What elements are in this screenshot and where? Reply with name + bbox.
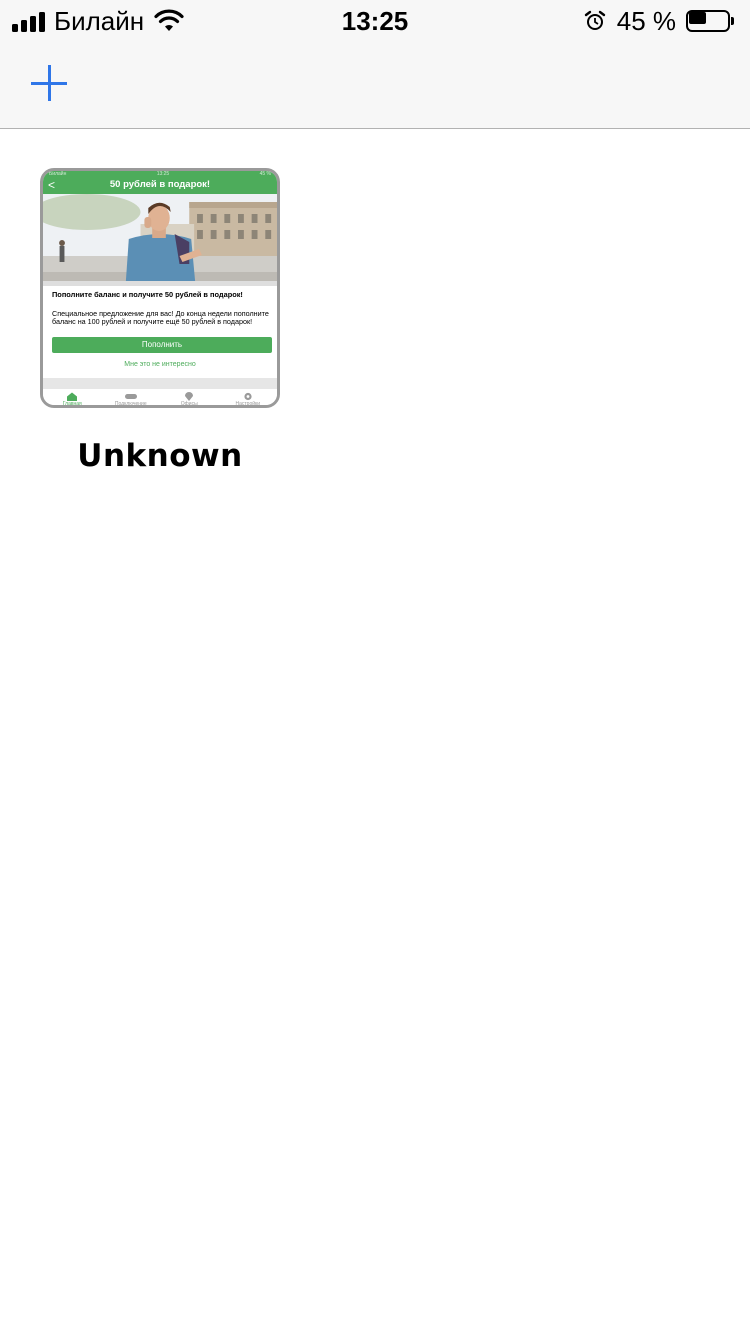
status-right: 45 % [584,8,734,34]
battery-percentage: 45 % [616,6,676,36]
thumb-tab-offices: Офисы [160,389,219,407]
thumb-carrier: Билайн [49,171,67,177]
thumb-tab-bar: Главная Подключение Офисы Настройки [43,389,278,407]
alarm-icon [584,10,605,30]
thumb-promo-photo [43,194,277,281]
screenshot-thumbnail[interactable]: Билайн 13:25 45 % < 50 рублей в подарок! [40,168,280,408]
thumb-not-interested-link: Мне это не интересно [124,361,196,368]
thumb-tab-label: Подключение [114,401,147,407]
location-icon [185,392,194,401]
status-bar: Билайн 13:25 45 % [0,0,750,40]
thumb-header: Билайн 13:25 45 % < 50 рублей в подарок! [43,171,277,194]
battery-icon [686,9,734,33]
navigation-bar [0,40,750,129]
thumb-heading: Пополните баланс и получите 50 рублей в … [52,290,243,299]
thumb-tab-label: Настройки [235,401,261,407]
thumb-topup-button: Пополнить [52,337,272,353]
thumb-divider [43,378,277,389]
thumb-status-bar: Билайн 13:25 45 % [43,171,277,177]
thumb-tab-settings: Настройки [219,389,278,407]
add-button[interactable] [28,62,70,104]
home-icon [67,392,78,401]
thumb-title: 50 рублей в подарок! [109,179,211,190]
screenshot-tile[interactable]: Билайн 13:25 45 % < 50 рублей в подарок! [40,168,280,474]
thumb-separator [43,281,277,286]
thumb-tab-connection: Подключение [102,389,161,407]
thumb-battery: 45 % [259,171,271,177]
thumb-body: Специальное предложение для вас! До конц… [52,309,269,326]
thumb-tab-home: Главная [43,389,102,407]
thumb-time: 13:25 [156,171,170,177]
thumb-tab-label: Главная [62,401,82,407]
thumb-tab-label: Офисы [180,401,198,407]
chat-icon [124,394,137,399]
gear-icon [244,392,252,401]
tile-label: Unknown [77,438,243,474]
